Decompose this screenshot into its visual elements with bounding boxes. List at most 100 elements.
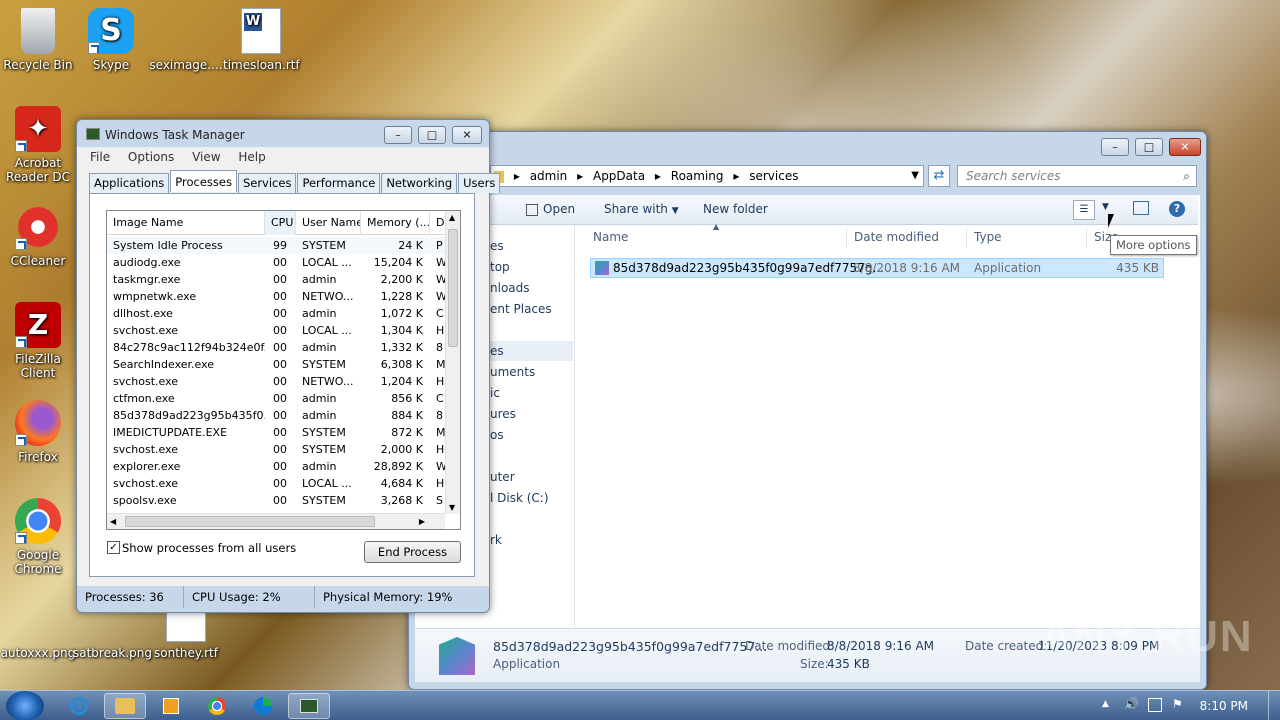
nav-item[interactable]: nloads (490, 281, 530, 295)
tab-users[interactable]: Users (458, 173, 501, 193)
file-row[interactable]: 85d378d9ad223g95b435f0g99a7edf7757g... 8… (590, 258, 1164, 278)
help-icon[interactable]: ? (1169, 201, 1185, 217)
desktop-icon-ccleaner[interactable]: CCleaner (0, 204, 76, 268)
address-dropdown-icon[interactable]: ▼ (911, 166, 919, 186)
scroll-right-icon[interactable]: ▶ (419, 517, 425, 526)
tab-processes[interactable]: Processes (170, 170, 237, 192)
taskbar-chrome[interactable] (196, 693, 238, 719)
more-options-dropdown[interactable]: ▼ (1102, 202, 1109, 212)
nav-item[interactable]: os (490, 428, 504, 442)
process-row[interactable]: svchost.exe 00 LOCAL ... 4,684 KH (107, 475, 447, 492)
process-row[interactable]: SearchIndexer.exe 00 SYSTEM 6,308 KM (107, 356, 447, 373)
taskbar-edge[interactable] (242, 693, 284, 719)
nav-item[interactable]: ent Places (490, 302, 552, 316)
desktop-icon-recycle-bin[interactable]: Recycle Bin (0, 8, 76, 72)
process-row[interactable]: svchost.exe 00 SYSTEM 2,000 KH (107, 441, 447, 458)
close-button[interactable]: ✕ (452, 126, 482, 144)
column-header-date[interactable]: Date modified (854, 230, 939, 244)
start-button[interactable] (6, 691, 44, 720)
view-options-button[interactable]: ☰ (1073, 200, 1095, 220)
open-button[interactable]: Open (526, 202, 575, 216)
desktop-icon-seximage[interactable]: seximage.... (148, 8, 224, 72)
scroll-down-icon[interactable]: ▼ (449, 503, 455, 512)
tab-applications[interactable]: Applications (89, 173, 170, 193)
column-user-name[interactable]: User Name (296, 211, 361, 235)
taskbar-clock[interactable]: 8:10 PM (1200, 691, 1248, 720)
process-row[interactable]: 84c278c9ac112f94b324e0f... 00 admin 1,332 K… (107, 339, 447, 356)
process-row[interactable]: svchost.exe 00 LOCAL ... 1,304 KH (107, 322, 447, 339)
explorer-titlebar[interactable] (409, 132, 1206, 162)
end-process-button[interactable]: End Process (364, 541, 461, 563)
menu-file[interactable]: File (90, 150, 110, 164)
menu-view[interactable]: View (192, 150, 220, 164)
nav-item[interactable]: uter (490, 470, 515, 484)
nav-item[interactable]: ic (490, 386, 500, 400)
nav-item[interactable]: es (490, 239, 504, 253)
search-input[interactable]: Search services ⌕ (957, 165, 1197, 187)
column-image-name[interactable]: Image Name (107, 211, 265, 235)
nav-item[interactable]: ures (490, 407, 516, 421)
desktop-icon-skype[interactable]: S Skype (73, 8, 149, 72)
column-memory[interactable]: Memory (... (361, 211, 430, 235)
process-list[interactable]: Image Name CPU User Name Memory (... D S… (106, 210, 461, 530)
maximize-button[interactable]: □ (418, 126, 446, 144)
hscroll-thumb[interactable] (125, 516, 375, 527)
preview-pane-button[interactable] (1133, 201, 1149, 215)
nav-item[interactable]: es (490, 344, 504, 358)
scroll-up-icon[interactable]: ▲ (449, 213, 455, 222)
process-row[interactable]: ctfmon.exe 00 admin 856 KC (107, 390, 447, 407)
desktop-icon-sonthey[interactable]: sonthey.rtf (148, 612, 224, 660)
show-all-processes-checkbox[interactable]: ✓ (107, 541, 120, 554)
process-list-hscroll[interactable]: ◀ ▶ (107, 513, 445, 529)
scroll-left-icon[interactable]: ◀ (110, 517, 116, 526)
desktop-icon-acrobat[interactable]: ✦ Acrobat Reader DC (0, 106, 76, 184)
process-row[interactable]: 85d378d9ad223g95b435f0... 00 admin 884 K8 (107, 407, 447, 424)
scroll-thumb[interactable] (448, 229, 458, 347)
taskbar-media-player[interactable] (150, 693, 192, 719)
breadcrumb-services[interactable]: services (749, 169, 798, 183)
nav-item[interactable]: l Disk (C:) (490, 491, 549, 505)
process-row[interactable]: audiodg.exe 00 LOCAL ... 15,204 KW (107, 254, 447, 271)
column-header-name[interactable]: Name (593, 230, 628, 244)
volume-icon[interactable]: 🔊 (1124, 697, 1139, 711)
breadcrumb-appdata[interactable]: AppData (593, 169, 645, 183)
process-row[interactable]: spoolsv.exe 00 SYSTEM 3,268 KS (107, 492, 447, 509)
nav-item[interactable]: top (490, 260, 510, 274)
show-all-processes-label[interactable]: Show processes from all users (122, 541, 296, 555)
process-row[interactable]: IMEDICTUPDATE.EXE 00 SYSTEM 872 KM (107, 424, 447, 441)
share-with-button[interactable]: Share with ▼ (604, 202, 679, 216)
desktop-icon-timesloan[interactable]: W timesloan.rtf (223, 8, 300, 72)
action-center-flag-icon[interactable]: ⚑ (1172, 697, 1183, 711)
address-bar[interactable]: ▸ admin ▸ AppData ▸ Roaming ▸ services ▼ (490, 165, 924, 187)
tab-networking[interactable]: Networking (381, 173, 458, 193)
column-cpu[interactable]: CPU (265, 211, 296, 235)
process-row[interactable]: taskmgr.exe 00 admin 2,200 KW (107, 271, 447, 288)
show-desktop-button[interactable] (1268, 691, 1280, 720)
nav-item[interactable]: uments (490, 365, 535, 379)
process-row[interactable]: svchost.exe 00 NETWO... 1,204 KH (107, 373, 447, 390)
menu-help[interactable]: Help (238, 150, 265, 164)
tray-expand-icon[interactable]: ▲ (1102, 699, 1109, 709)
desktop-icon-filezilla[interactable]: Z FileZilla Client (0, 302, 76, 380)
minimize-button[interactable]: – (384, 126, 412, 144)
process-row[interactable]: dllhost.exe 00 admin 1,072 KC (107, 305, 447, 322)
taskbar-ie[interactable]: e (58, 693, 100, 719)
nav-item[interactable]: rk (490, 533, 502, 547)
network-icon[interactable] (1148, 698, 1162, 712)
process-row[interactable]: System Idle Process 99 SYSTEM 24 KP (107, 237, 447, 254)
column-header-type[interactable]: Type (974, 230, 1002, 244)
menu-options[interactable]: Options (128, 150, 174, 164)
minimize-button[interactable]: – (1101, 138, 1129, 156)
desktop-icon-firefox[interactable]: Firefox (0, 400, 76, 464)
process-list-vscroll[interactable]: ▲ ▼ (445, 211, 460, 514)
taskbar-explorer[interactable] (104, 693, 146, 719)
taskbar-task-manager[interactable] (288, 693, 330, 719)
close-button[interactable]: ✕ (1169, 138, 1201, 156)
maximize-button[interactable]: □ (1135, 138, 1163, 156)
tab-services[interactable]: Services (237, 173, 297, 193)
desktop-icon-chrome[interactable]: Google Chrome (0, 498, 76, 576)
desktop-icon-autoxxx[interactable]: autoxxx.png (0, 646, 76, 660)
tab-performance[interactable]: Performance (297, 173, 381, 193)
new-folder-button[interactable]: New folder (703, 202, 768, 216)
desktop-icon-satbreak[interactable]: satbreak.png (73, 646, 152, 660)
